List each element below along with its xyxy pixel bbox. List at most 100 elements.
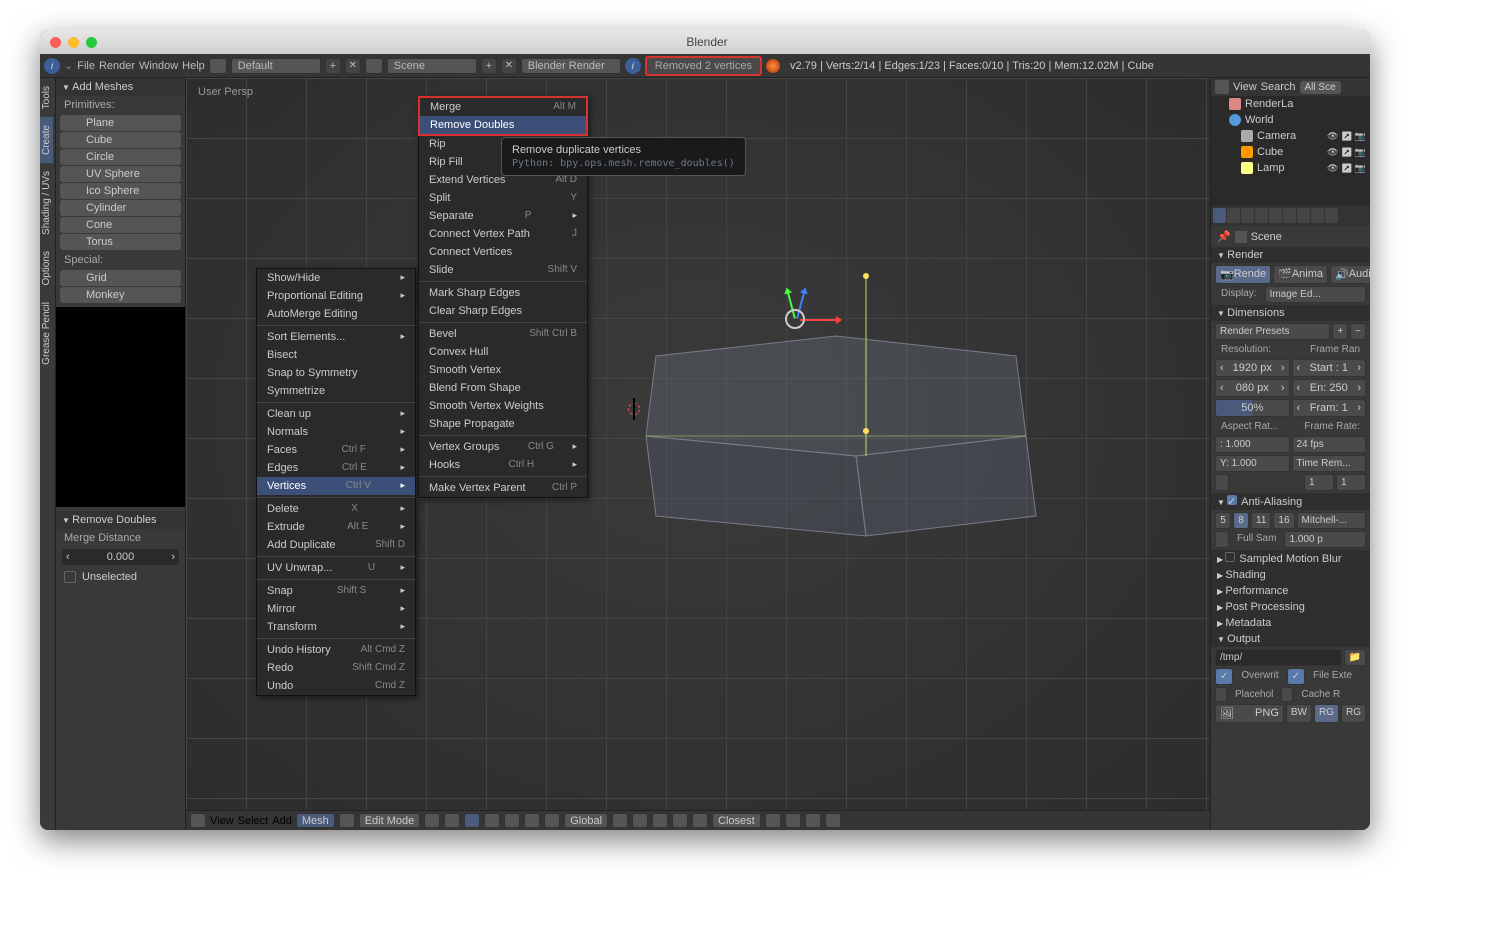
3d-viewport[interactable]: User Persp Show/HideProportional Editing… (186, 78, 1210, 830)
res-x-input[interactable]: ‹1920 px› (1215, 359, 1290, 377)
res-y-input[interactable]: ‹080 px› (1215, 379, 1290, 397)
placeholder-checkbox[interactable] (1215, 687, 1227, 702)
menu-mesh[interactable]: Mesh (296, 813, 335, 828)
filter-dropdown[interactable]: All Sce (1300, 81, 1341, 94)
menu-item[interactable]: Snap to Symmetry (257, 364, 415, 382)
cache-checkbox[interactable] (1281, 687, 1293, 702)
add-cube-button[interactable]: Cube (60, 132, 181, 148)
step-input[interactable]: ‹Fram: 1› (1292, 399, 1367, 417)
menu-item[interactable]: Mirror (257, 600, 415, 618)
unselected-checkbox[interactable]: Unselected (56, 567, 185, 587)
tab-shading-uvs[interactable]: Shading / UVs (40, 163, 53, 243)
select-face-icon[interactable] (504, 813, 520, 828)
limit-selection-icon[interactable] (524, 813, 540, 828)
snap-icon[interactable] (672, 813, 688, 828)
fullsample-checkbox[interactable] (1215, 531, 1229, 548)
bw-button[interactable]: BW (1286, 704, 1312, 723)
merge-distance-input[interactable]: ‹0.000› (62, 549, 179, 565)
menu-item[interactable]: FacesCtrl F (257, 441, 415, 459)
menu-window[interactable]: Window (139, 60, 178, 72)
output-path-input[interactable]: /tmp/ (1215, 649, 1342, 666)
menu-item[interactable]: Remove Doubles (420, 116, 586, 134)
menu-item[interactable]: VerticesCtrl V (257, 477, 415, 495)
menu-item[interactable]: Undo HistoryAlt Cmd Z (257, 641, 415, 659)
menu-item[interactable]: Vertex GroupsCtrl G (419, 438, 587, 456)
menu-item[interactable]: Connect Vertices (419, 243, 587, 261)
menu-item[interactable]: Add DuplicateShift D (257, 536, 415, 554)
menu-item[interactable]: Clear Sharp Edges (419, 302, 587, 320)
menu-item[interactable]: SeparateP (419, 207, 587, 225)
presets-dropdown[interactable]: Render Presets (1215, 323, 1330, 340)
menu-help[interactable]: Help (182, 60, 205, 72)
add-grid-button[interactable]: Grid (60, 270, 181, 286)
panel-shading[interactable]: Shading (1211, 567, 1370, 583)
menu-add[interactable]: Add (272, 815, 292, 827)
editor-type-icon[interactable] (190, 813, 206, 828)
add-torus-button[interactable]: Torus (60, 234, 181, 250)
scene-dropdown[interactable]: Scene (387, 58, 477, 74)
menu-item[interactable]: Clean up (257, 405, 415, 423)
menu-item[interactable]: DeleteX (257, 500, 415, 518)
start-input[interactable]: ‹Start : 1› (1292, 359, 1367, 377)
select-vert-icon[interactable] (464, 813, 480, 828)
mesh-cube[interactable] (596, 266, 1096, 546)
aspect-y-input[interactable]: Y: 1.000 (1215, 455, 1290, 472)
layout-dropdown[interactable]: Default (231, 58, 321, 74)
anim-button[interactable]: 🎬Anima (1273, 265, 1328, 284)
menu-item[interactable]: Bisect (257, 346, 415, 364)
menu-item[interactable]: Shape Propagate (419, 415, 587, 433)
border-checkbox[interactable] (1215, 474, 1229, 491)
tab-tools[interactable]: Tools (40, 78, 53, 117)
render-engine-dropdown[interactable]: Blender Render (521, 58, 621, 74)
panel-render[interactable]: Render (1211, 247, 1370, 263)
scene-icon[interactable] (365, 58, 383, 74)
lock-icon[interactable] (652, 813, 668, 828)
menu-item[interactable]: Convex Hull (419, 343, 587, 361)
tab-constraints-icon[interactable] (1283, 208, 1296, 223)
panel-post[interactable]: Post Processing (1211, 599, 1370, 615)
manipulator-icon[interactable] (544, 813, 560, 828)
add-layout-button[interactable]: + (325, 58, 341, 74)
layers-icon[interactable] (612, 813, 628, 828)
menu-item[interactable]: AutoMerge Editing (257, 305, 415, 323)
add-cone-button[interactable]: Cone (60, 217, 181, 233)
remove-layout-button[interactable]: ✕ (345, 58, 361, 74)
menu-item[interactable]: RedoShift Cmd Z (257, 659, 415, 677)
tab-modifiers-icon[interactable] (1297, 208, 1310, 223)
filter-size-input[interactable]: 1.000 p (1284, 531, 1366, 548)
menu-item[interactable]: Smooth Vertex (419, 361, 587, 379)
menu-item[interactable]: HooksCtrl H (419, 456, 587, 474)
menu-item[interactable]: SplitY (419, 189, 587, 207)
add-preset-button[interactable]: + (1332, 323, 1348, 340)
menu-view[interactable]: View (1233, 81, 1257, 93)
menu-item[interactable]: EdgesCtrl E (257, 459, 415, 477)
menu-item[interactable]: SnapShift S (257, 582, 415, 600)
tab-material-icon[interactable] (1325, 208, 1338, 223)
render-opengl-icon[interactable] (825, 813, 841, 828)
aa-11-button[interactable]: 11 (1251, 512, 1271, 529)
pivot-icon[interactable] (444, 813, 460, 828)
render-icon[interactable] (785, 813, 801, 828)
menu-item[interactable]: UV Unwrap...U (257, 559, 415, 577)
end-input[interactable]: ‹En: 250› (1292, 379, 1367, 397)
aa-filter-dropdown[interactable]: Mitchell-... (1297, 512, 1366, 529)
panel-output[interactable]: Output (1211, 631, 1370, 647)
orientation-dropdown[interactable]: Global (564, 813, 608, 828)
add-scene-button[interactable]: + (481, 58, 497, 74)
snap-target-dropdown[interactable]: Closest (712, 813, 761, 828)
tab-options[interactable]: Options (40, 243, 53, 293)
menu-view[interactable]: View (210, 815, 234, 827)
tab-data-icon[interactable] (1311, 208, 1324, 223)
menu-item[interactable]: BevelShift Ctrl B (419, 325, 587, 343)
aa-5-button[interactable]: 5 (1215, 512, 1231, 529)
tab-create[interactable]: Create (40, 117, 53, 163)
aa-16-button[interactable]: 16 (1273, 512, 1294, 529)
layers-icon[interactable] (632, 813, 648, 828)
menu-item[interactable]: Proportional Editing (257, 287, 415, 305)
panel-smb[interactable]: Sampled Motion Blur (1211, 550, 1370, 567)
snap-opt-icon[interactable] (765, 813, 781, 828)
snap-type-icon[interactable] (692, 813, 708, 828)
display-dropdown[interactable]: Image Ed... (1265, 286, 1366, 303)
menu-select[interactable]: Select (238, 815, 269, 827)
add-circle-button[interactable]: Circle (60, 149, 181, 165)
